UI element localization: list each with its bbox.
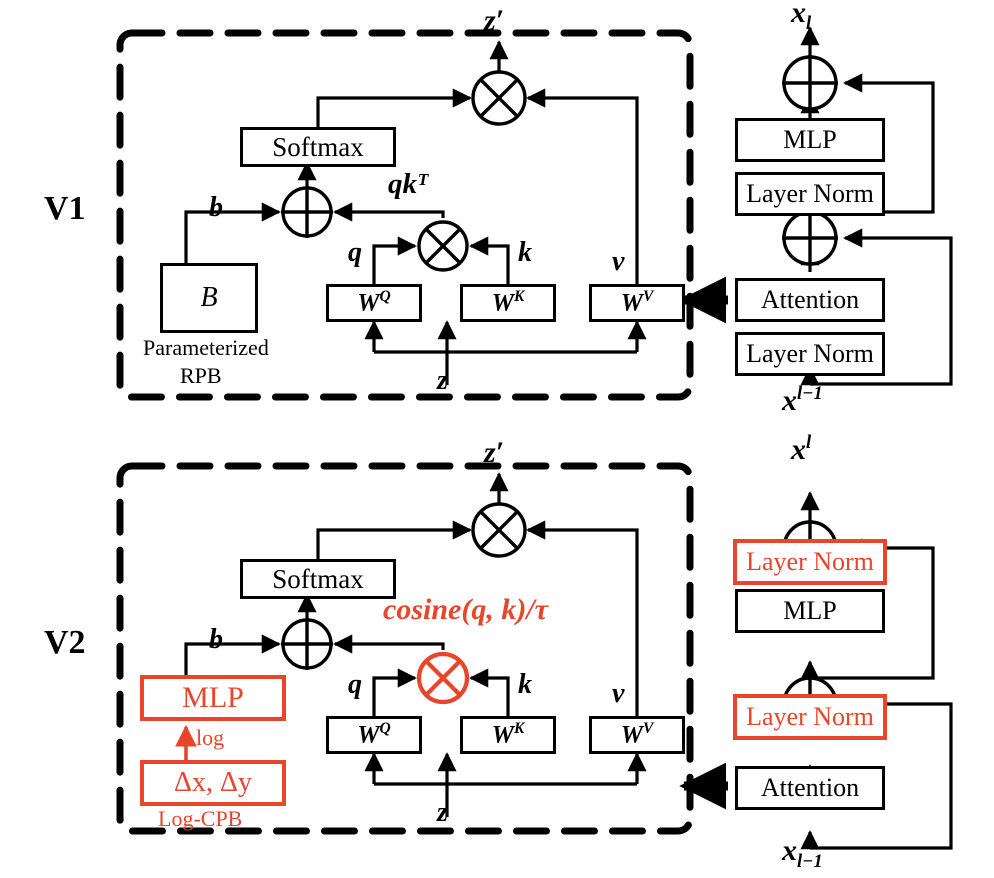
v2-wk-box[interactable]: WK [460, 716, 556, 754]
v2-wq-label: WQ [357, 720, 391, 749]
v2-wv-box[interactable]: WV [589, 716, 685, 754]
v2-block-mlp-label: MLP [783, 596, 837, 625]
v1-block-layernorm-upper-label: Layer Norm [746, 179, 874, 208]
v2-log-label: log [196, 725, 225, 750]
v1-block-layernorm-upper[interactable]: Layer Norm [735, 172, 885, 216]
v2-block-layernorm-lower-label: Layer Norm [746, 702, 874, 731]
v2-bias-caption: Log-CPB [158, 806, 243, 831]
v1-softmax-box[interactable]: Softmax [240, 127, 396, 167]
circle-times-icon [471, 502, 527, 558]
v2-v-label: v [612, 678, 625, 709]
v1-block-layernorm-lower[interactable]: Layer Norm [735, 332, 885, 376]
v2-output-label: z′ [484, 436, 505, 469]
v1-wk-box[interactable]: WK [460, 284, 556, 322]
v2-block-layernorm-lower[interactable]: Layer Norm [733, 694, 887, 740]
v1-bias-caption-line2: RPB [180, 363, 222, 388]
v2-block-layernorm-upper[interactable]: Layer Norm [733, 539, 887, 585]
v2-wv-label: WV [620, 720, 654, 749]
v1-block-attention[interactable]: Attention [735, 278, 885, 322]
v2-softmax-box[interactable]: Softmax [240, 559, 396, 599]
v2-block-bottom-label: xl−1 [782, 834, 823, 872]
v1-block-layernorm-lower-label: Layer Norm [746, 339, 874, 368]
v1-block-top-label: xl [791, 0, 812, 34]
v1-score-label: qkᵀ [388, 168, 428, 200]
circle-times-icon [417, 220, 469, 272]
v1-bias-label: b [209, 192, 223, 223]
v2-delta-box[interactable]: Δx, Δy [140, 760, 286, 806]
v1-wq-label: WQ [357, 288, 391, 317]
v2-bias-label: b [209, 624, 223, 655]
v1-wv-box[interactable]: WV [589, 284, 685, 322]
circle-plus-icon [281, 186, 333, 238]
v1-bias-caption-line1: Parameterized [143, 335, 269, 360]
v1-block-mlp-label: MLP [783, 125, 837, 154]
circle-plus-icon [782, 210, 838, 266]
v1-q-label: q [348, 237, 362, 268]
v1-v-label: v [612, 246, 625, 277]
version-label-v2: V2 [44, 624, 86, 661]
v2-wk-label: WK [491, 720, 525, 749]
v1-bias-box[interactable]: B [160, 263, 258, 333]
v2-cpb-mlp-box[interactable]: MLP [140, 675, 286, 721]
circle-times-icon [471, 70, 527, 126]
v1-wk-label: WK [491, 288, 525, 317]
v2-block-attention[interactable]: Attention [735, 766, 885, 810]
figure-canvas: V1 z′ Softmax qkᵀ b B Parameterized RPB … [0, 0, 994, 878]
v1-block-bottom-label: xl−1 [782, 383, 823, 417]
v1-wires [184, 40, 647, 385]
v1-wv-label: WV [620, 288, 654, 317]
v2-block-attention-label: Attention [760, 773, 860, 802]
circle-plus-icon [782, 55, 838, 111]
v2-q-label: q [348, 669, 362, 700]
v2-delta-label: Δx, Δy [173, 767, 252, 798]
v1-softmax-label: Softmax [272, 131, 364, 162]
v1-input-label: z [437, 365, 448, 396]
v2-input-label: z [437, 797, 448, 828]
v2-block-mlp[interactable]: MLP [735, 589, 885, 633]
v2-softmax-label: Softmax [272, 563, 364, 594]
v2-wq-box[interactable]: WQ [326, 716, 422, 754]
circle-times-icon-red [416, 651, 470, 705]
v1-k-label: k [518, 237, 532, 268]
v2-score-label: cosine(q, k)/τ [383, 593, 548, 626]
v1-block-attention-label: Attention [760, 285, 860, 314]
v2-cpb-mlp-label: MLP [182, 681, 244, 714]
v1-block-mlp[interactable]: MLP [735, 118, 885, 162]
version-label-v1: V1 [44, 190, 86, 227]
circle-plus-icon [281, 618, 333, 670]
v2-k-label: k [518, 669, 532, 700]
v2-block-layernorm-upper-label: Layer Norm [746, 547, 874, 576]
v1-output-label: z′ [484, 4, 505, 37]
v1-bias-box-label: B [200, 282, 218, 313]
v1-wq-box[interactable]: WQ [326, 284, 422, 322]
v2-block-top-label: xl [791, 432, 812, 466]
